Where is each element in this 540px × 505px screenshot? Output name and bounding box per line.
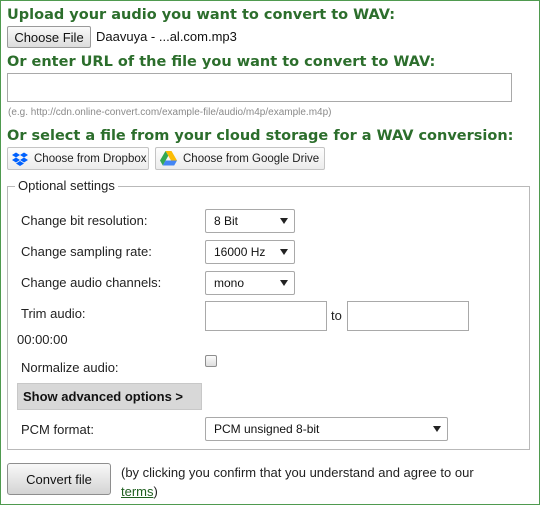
dropbox-button-label: Choose from Dropbox [34,152,147,165]
normalize-audio-checkbox[interactable] [205,355,217,367]
dropdown-arrow-icon [280,218,288,224]
upload-heading: Upload your audio you want to convert to… [7,7,396,23]
url-example-hint: (e.g. http://cdn.online-convert.com/exam… [8,107,332,118]
pcm-format-select[interactable]: PCM unsigned 8-bit [205,417,448,441]
normalize-audio-label: Normalize audio: [21,360,119,375]
dropdown-arrow-icon [280,280,288,286]
google-drive-icon [160,151,177,166]
trim-audio-label: Trim audio: [21,306,86,321]
pcm-format-label: PCM format: [21,422,94,437]
selected-file-name: Daavuya - ...al.com.mp3 [96,29,237,44]
terms-agreement-text: (by clicking you confirm that you unders… [121,463,481,501]
dropbox-button[interactable]: Choose from Dropbox [7,147,149,170]
choose-file-button[interactable]: Choose File [7,26,91,48]
sampling-rate-label: Change sampling rate: [21,244,152,259]
dropbox-icon [12,152,28,166]
trim-end-input[interactable] [347,301,469,331]
trim-time-display: 00:00:00 [17,332,68,347]
trim-to-label: to [331,308,342,323]
terms-agreement-suffix: ) [153,484,158,499]
bit-resolution-select[interactable]: 8 Bit [205,209,295,233]
audio-channels-label: Change audio channels: [21,275,162,290]
show-advanced-options-button[interactable]: Show advanced options > [17,383,202,410]
dropdown-arrow-icon [433,426,441,432]
convert-file-button[interactable]: Convert file [7,463,111,495]
bit-resolution-value: 8 Bit [214,214,239,228]
url-heading: Or enter URL of the file you want to con… [7,54,436,70]
terms-link[interactable]: terms [121,484,154,499]
pcm-format-value: PCM unsigned 8-bit [214,422,320,436]
optional-settings-legend: Optional settings [15,178,118,193]
google-drive-button-label: Choose from Google Drive [183,152,320,165]
file-url-input[interactable] [7,73,512,102]
dropdown-arrow-icon [280,249,288,255]
audio-channels-value: mono [214,276,245,290]
trim-start-input[interactable] [205,301,327,331]
google-drive-button[interactable]: Choose from Google Drive [155,147,325,170]
sampling-rate-value: 16000 Hz [214,245,266,259]
cloud-heading: Or select a file from your cloud storage… [7,128,514,144]
terms-agreement-prefix: (by clicking you confirm that you unders… [121,465,474,480]
bit-resolution-label: Change bit resolution: [21,213,148,228]
audio-channels-select[interactable]: mono [205,271,295,295]
sampling-rate-select[interactable]: 16000 Hz [205,240,295,264]
